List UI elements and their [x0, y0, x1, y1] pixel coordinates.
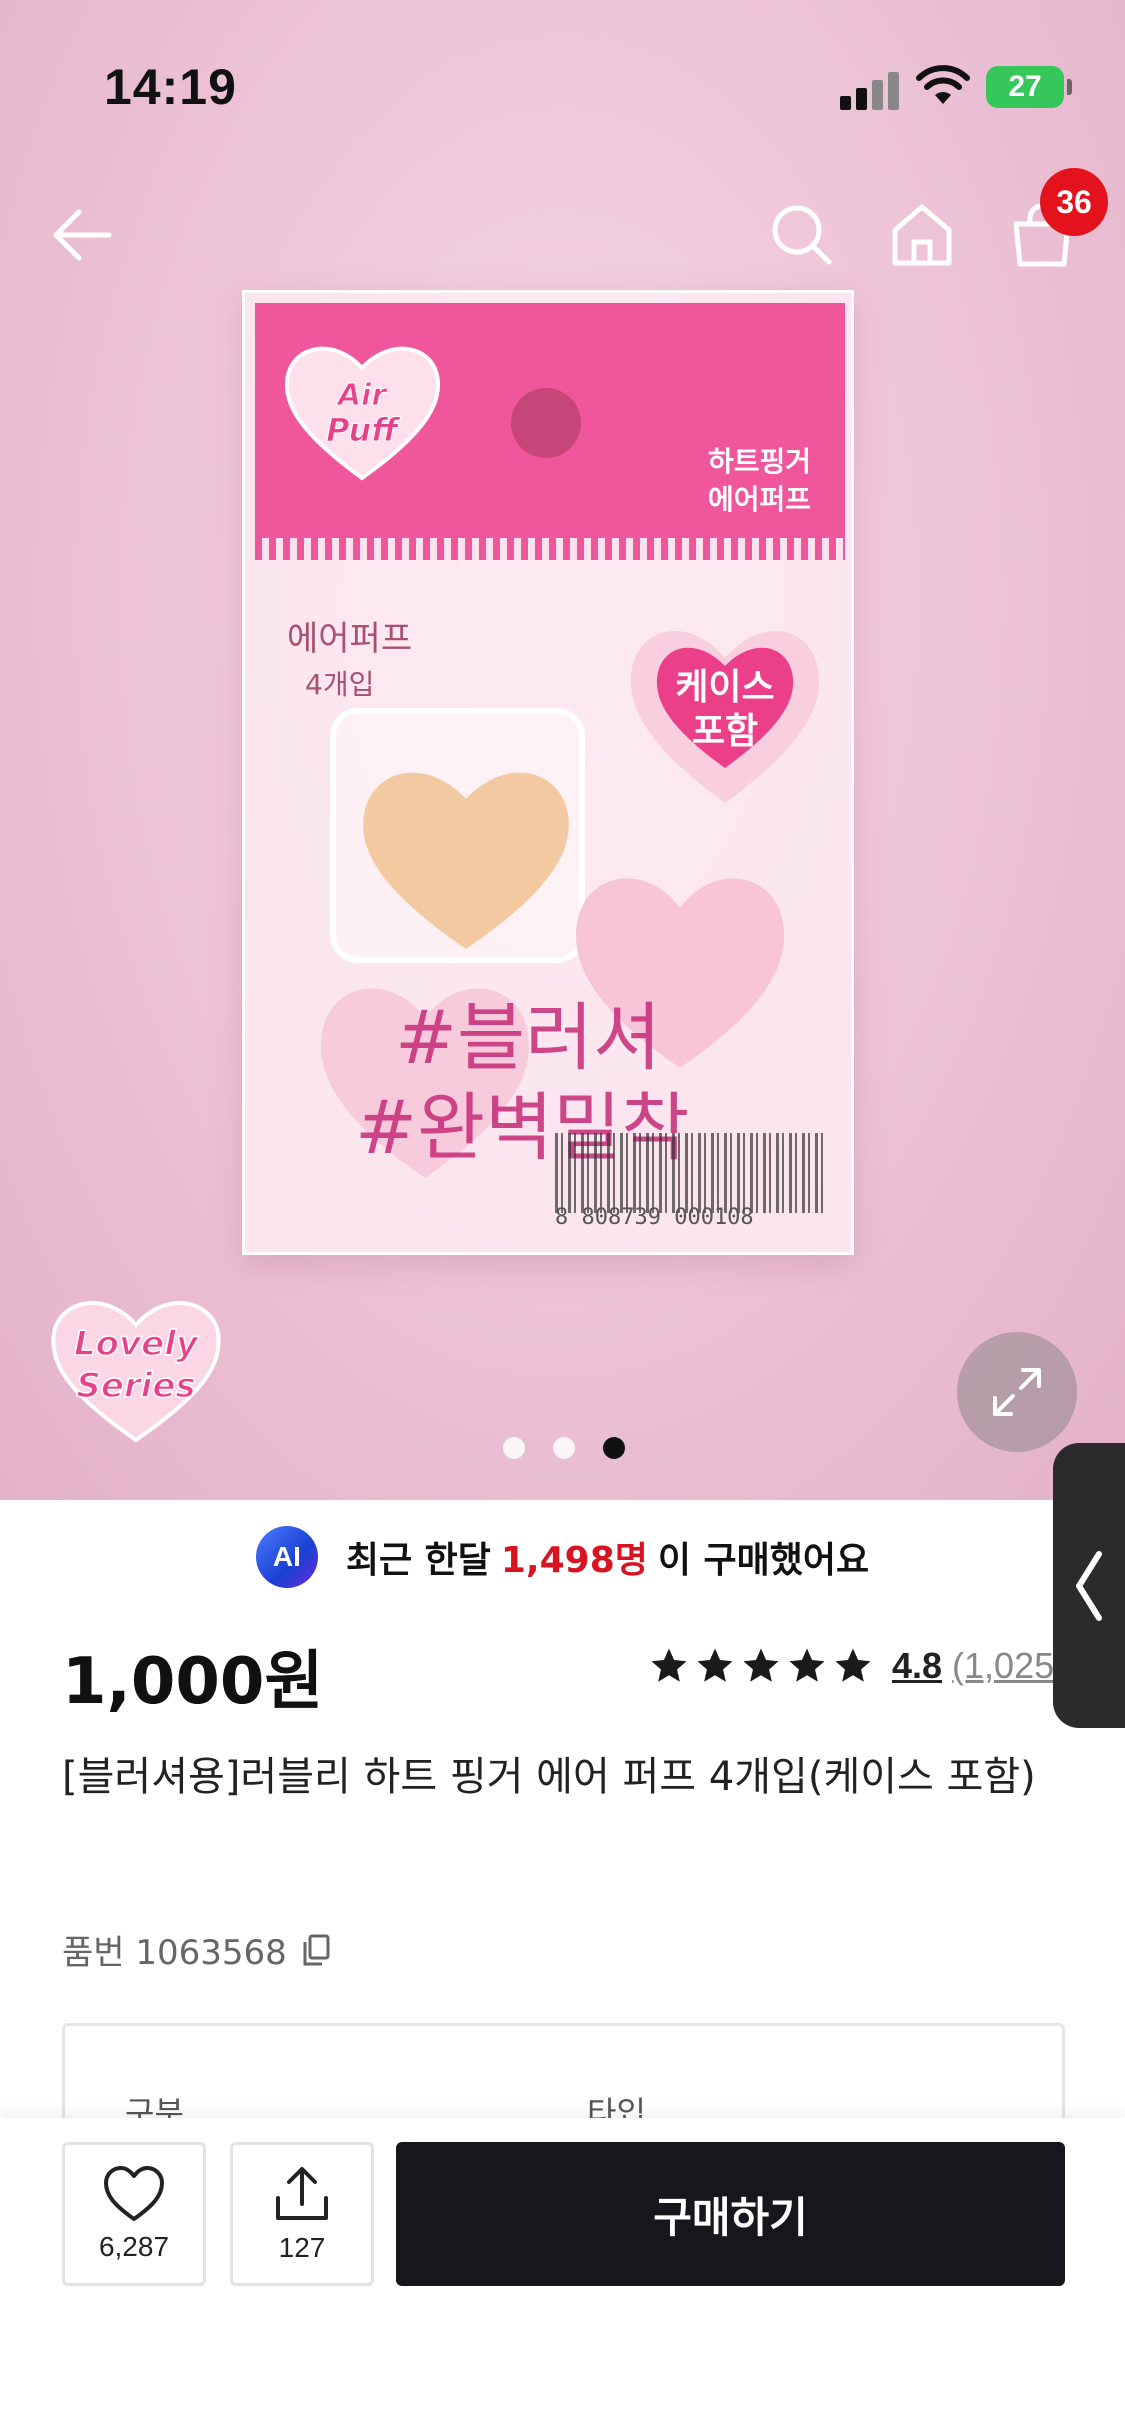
star-icon [743, 1648, 779, 1682]
search-icon [772, 205, 832, 265]
purchase-prefix: 최근 한달 [345, 1540, 491, 1581]
barcode [555, 1133, 825, 1213]
battery-level: 27 [1008, 70, 1042, 103]
pagination-dot[interactable] [503, 1437, 525, 1459]
copy-icon[interactable] [301, 1933, 331, 1967]
share-count: 127 [278, 2232, 326, 2263]
wifi-icon [916, 65, 970, 104]
home-button[interactable] [882, 195, 962, 275]
chevron-left-icon [1076, 1550, 1102, 1621]
svg-text:Series: Series [76, 1366, 195, 1406]
package-label-line2: 에어퍼프 [707, 483, 811, 516]
package-side-text: 에어퍼프 [287, 619, 413, 659]
review-count[interactable]: (1,025 [952, 1645, 1054, 1687]
bottom-action-bar: 6,287 127 구매하기 [0, 2118, 1125, 2436]
sticker-line1: 케이스 [675, 667, 775, 708]
package-count-text: 4개입 [305, 668, 375, 701]
home-icon [892, 204, 952, 266]
status-time: 14:19 [104, 59, 237, 115]
beige-heart-puff [363, 772, 569, 949]
star-icon [835, 1648, 871, 1682]
product-photo: Air Puff 하트핑거 에어퍼프 에어퍼프 4개입 케이스 포함 #블러셔 … [242, 290, 854, 1255]
share-icon [276, 2167, 328, 2220]
heart-icon [104, 2166, 164, 2221]
status-bar: 14:19 27 [0, 0, 1125, 150]
gallery-pagination [503, 1437, 625, 1459]
product-price: 1,000원 [62, 1645, 324, 1719]
product-title: [블러셔용]러블리 하트 핑거 에어 퍼프 4개입(케이스 포함) [62, 1754, 1036, 1800]
buy-button[interactable]: 구매하기 [396, 2142, 1065, 2286]
star-icon [789, 1648, 825, 1682]
product-image-gallery[interactable]: 14:19 27 36 Air Puff 하트핑거 에어퍼프 에어퍼프 4개입 … [0, 0, 1125, 1500]
expand-icon [993, 1368, 1041, 1416]
like-count: 6,287 [98, 2231, 170, 2262]
svg-text:Lovely: Lovely [74, 1324, 200, 1364]
star-icon [651, 1648, 687, 1682]
lovely-series-logo: Lovely Series [51, 1301, 221, 1443]
expand-image-button[interactable] [957, 1332, 1077, 1452]
hanger-hole [511, 388, 581, 458]
cellular-signal-icon [840, 70, 900, 110]
product-sku: 품번 1063568 [62, 1925, 331, 1974]
rating-stars [648, 1645, 874, 1687]
star-icon [697, 1648, 733, 1682]
package-label-line1: 하트핑거 [707, 445, 811, 478]
svg-text:Puff: Puff [326, 411, 401, 449]
rating-value: 4.8 [892, 1645, 943, 1686]
recent-purchase-banner: AI 최근 한달 1,498명 이 구매했어요 [0, 1522, 1125, 1592]
pagination-dot-active[interactable] [603, 1437, 625, 1459]
cart-count-badge: 36 [1040, 168, 1108, 236]
barcode-number: 8 808739 000108 [555, 1205, 754, 1230]
air-puff-logo: Air Puff [285, 346, 440, 481]
purchase-suffix: 이 구매했어요 [657, 1540, 870, 1581]
side-drawer-handle[interactable] [1053, 1443, 1125, 1728]
back-button[interactable] [42, 195, 122, 275]
sticker-line2: 포함 [691, 711, 759, 752]
product-rating[interactable]: 4.8 (1,025 [648, 1645, 1054, 1687]
like-button[interactable]: 6,287 [62, 2142, 206, 2286]
pagination-dot[interactable] [553, 1437, 575, 1459]
battery-indicator: 27 [986, 66, 1072, 108]
purchase-count: 1,498명 [500, 1540, 648, 1581]
sku-text: 품번 1063568 [62, 1933, 287, 1973]
case-included-sticker: 케이스 포함 [620, 608, 830, 808]
puff-case [330, 708, 585, 963]
share-button[interactable]: 127 [230, 2142, 374, 2286]
arrow-left-icon [53, 209, 112, 261]
package-seal [255, 538, 845, 560]
svg-text:Air: Air [336, 378, 389, 413]
search-button[interactable] [762, 195, 842, 275]
package-label: 하트핑거 에어퍼프 [708, 443, 811, 519]
ai-badge: AI [255, 1526, 318, 1588]
